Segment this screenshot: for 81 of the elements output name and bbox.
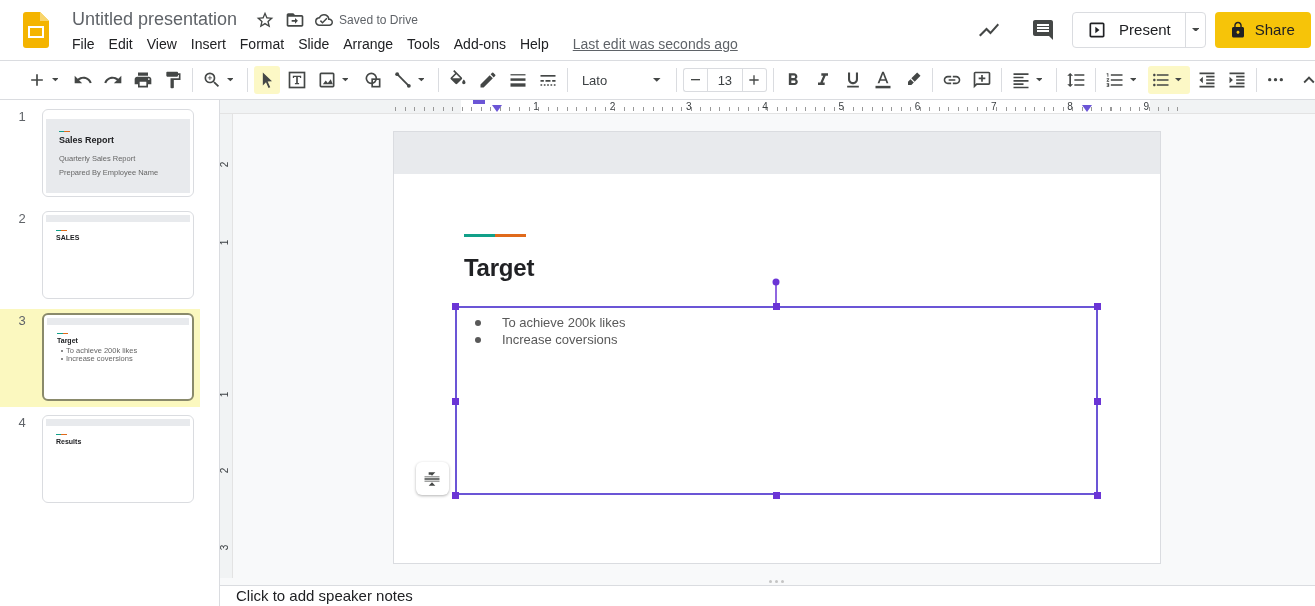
caret-icon <box>1175 78 1183 82</box>
font-size-field[interactable]: 13 <box>706 68 743 92</box>
bullet-icon <box>474 319 481 326</box>
font-dropdown[interactable]: Lato <box>573 66 670 94</box>
caret-icon <box>653 78 661 82</box>
bulleted-list-button[interactable] <box>1147 66 1190 94</box>
caret-icon <box>1191 27 1199 32</box>
menu-item[interactable]: Edit <box>108 35 147 52</box>
accent-line <box>59 131 70 132</box>
resize-handle[interactable] <box>451 492 459 499</box>
bullet-item: To achieve 200k likes <box>501 315 626 330</box>
slide-number: 4 <box>17 415 27 430</box>
right-indent-marker-icon[interactable] <box>1082 105 1092 112</box>
menu-item[interactable]: Tools <box>407 35 454 52</box>
resize-handle[interactable] <box>451 398 459 405</box>
speaker-notes-placeholder[interactable]: Click to add speaker notes <box>236 587 413 604</box>
indent-marker-icon[interactable] <box>473 100 485 104</box>
slide-number: 3 <box>17 313 27 328</box>
text-box[interactable]: To achieve 200k likes Increase coversions <box>454 306 1098 495</box>
line-icon <box>392 70 413 90</box>
accent-line <box>56 230 67 231</box>
slide-number: 2 <box>17 211 27 226</box>
resize-handle[interactable] <box>772 492 780 499</box>
document-title[interactable]: Untitled presentation <box>72 9 238 30</box>
cursor-button[interactable] <box>253 66 280 94</box>
save-status: Saved to Drive <box>339 12 418 27</box>
autofit-button[interactable] <box>415 462 449 495</box>
share-button[interactable]: Share <box>1214 11 1311 48</box>
accent-line <box>56 434 67 435</box>
menu-item[interactable]: File <box>72 35 109 52</box>
numbered-list-icon <box>1104 70 1125 90</box>
ruler-number: 2 <box>219 161 231 168</box>
resize-handle[interactable] <box>1093 303 1101 310</box>
printer-icon <box>132 70 153 90</box>
minus-icon <box>690 79 701 81</box>
menu-item[interactable]: View <box>146 35 191 52</box>
ruler-number: 4 <box>761 100 769 113</box>
menu-item[interactable]: Format <box>239 35 299 52</box>
increase-button[interactable] <box>742 68 767 92</box>
menu-item[interactable]: Arrange <box>343 35 408 52</box>
left-indent-marker-icon[interactable] <box>492 105 502 112</box>
text-box-icon <box>286 70 307 90</box>
ruler-number: 6 <box>913 100 922 113</box>
accent-line <box>463 234 526 237</box>
menu-item[interactable]: Slide <box>298 35 344 52</box>
ruler-number: 1 <box>532 100 540 113</box>
ruler-number: 8 <box>1066 100 1074 113</box>
ruler-number: 2 <box>608 100 617 113</box>
resize-handle[interactable] <box>451 303 459 310</box>
ruler-number: 3 <box>684 100 693 113</box>
present-button[interactable]: Present <box>1073 12 1186 47</box>
caret-icon <box>1035 78 1043 82</box>
caret-icon <box>1129 78 1137 82</box>
caret-icon <box>226 78 234 82</box>
ruler-number: 1 <box>219 391 231 398</box>
menu-item[interactable]: Help <box>519 35 563 52</box>
ruler-number: 7 <box>990 100 998 113</box>
ruler-number: 3 <box>219 544 231 551</box>
bullet-icon <box>474 336 481 343</box>
comment-icon <box>1031 17 1056 42</box>
accent-line <box>57 333 68 334</box>
ruler-number: 2 <box>219 467 231 474</box>
resize-handle[interactable] <box>772 303 780 310</box>
bullet-item: Increase coversions <box>501 332 618 347</box>
add-comment-icon <box>971 70 992 90</box>
resize-handle[interactable] <box>1093 492 1101 499</box>
last-edit-link[interactable]: Last edit was seconds ago <box>572 35 738 52</box>
line-spacing-icon <box>1065 70 1086 90</box>
slide-title[interactable]: Target <box>463 254 1160 282</box>
more-icon <box>1268 78 1284 82</box>
ruler-number: 9 <box>1142 100 1151 113</box>
caret-icon <box>417 78 425 82</box>
menu-item[interactable]: Add-ons <box>453 35 520 52</box>
caret-icon <box>341 78 349 82</box>
ruler-number: 5 <box>837 100 846 113</box>
caret-icon <box>51 78 59 82</box>
resize-handle[interactable] <box>1093 398 1101 405</box>
menu-item[interactable]: Insert <box>190 35 240 52</box>
ruler-number: 1 <box>219 239 231 246</box>
thumbnail-title: Sales Report <box>59 135 116 145</box>
slide-number: 1 <box>17 109 27 124</box>
